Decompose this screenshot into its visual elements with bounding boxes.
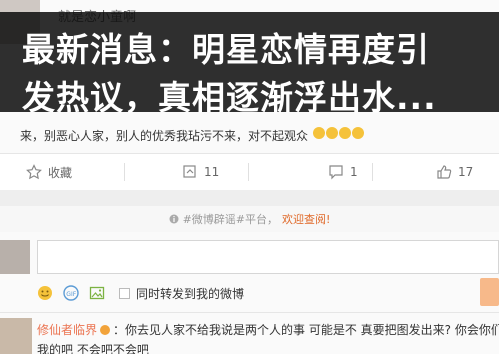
divider [124,163,125,181]
gif-icon[interactable]: GIF [63,285,79,301]
emoji-icon[interactable] [37,285,53,301]
headline-line-2: 发热议，真相逐渐浮出水... [22,78,437,117]
laugh-emoji-icon [312,127,366,143]
repost-button[interactable]: 11 [182,154,219,190]
composer-tools: GIF 同时转发到我的微博 [37,282,244,304]
verified-badge-icon [100,325,111,335]
screenshot: 就是恋小童啊 来，别恶心人家，别人的优秀我玷污不来，对不起观众 最新消息：明星恋… [0,0,499,354]
rumor-notice: #微博辟谣#平台， 欢迎查阅! [0,206,499,232]
divider [248,163,249,181]
notice-text: #微博辟谣#平台， [182,213,278,226]
comment-icon [328,164,344,180]
repost-checkbox-label: 同时转发到我的微博 [136,286,245,301]
action-bar: 收藏 11 1 17 [0,153,499,191]
submit-comment-button[interactable] [480,278,499,306]
like-button[interactable]: 17 [436,154,473,190]
section-gap [0,190,499,206]
comment-line-1: 修仙者临界 ：你去见人家不给我说是两个人的事 可能是不 真要把图发出来? 你会你们 [37,321,499,338]
image-icon[interactable] [89,285,105,301]
commenter-name[interactable]: 修仙者临界 [37,323,97,337]
post-text: 来，别恶心人家，别人的优秀我玷污不来，对不起观众 [20,126,366,144]
like-count: 17 [458,165,474,179]
headline-text: 最新消息：明星恋情再度引 发热议，真相逐渐浮出水... [22,26,492,122]
repost-count: 11 [204,165,220,179]
thumbs-up-icon [436,164,452,180]
headline-line-1: 最新消息：明星恋情再度引 [22,30,430,69]
comment-input[interactable] [37,240,499,274]
divider [372,163,373,181]
favorite-label: 收藏 [48,165,73,180]
notice-link[interactable]: 欢迎查阅! [282,211,330,227]
favorite-button[interactable]: 收藏 [26,154,72,190]
divider [0,312,499,313]
current-user-avatar [0,240,30,274]
commenter-avatar[interactable] [0,318,32,354]
svg-text:GIF: GIF [66,291,76,298]
repost-icon [182,164,198,180]
headline-overlay: 最新消息：明星恋情再度引 发热议，真相逐渐浮出水... [0,12,499,117]
star-icon [26,164,42,180]
info-icon [169,214,179,224]
comment-line-2: 我的吧 不会吧不会吧 [37,343,149,354]
comment-count: 1 [350,165,358,179]
comment-button[interactable]: 1 [328,154,358,190]
repost-checkbox[interactable] [119,287,130,299]
comment-text: ：你去见人家不给我说是两个人的事 可能是不 真要把图发出来? 你会你们 [113,323,499,337]
